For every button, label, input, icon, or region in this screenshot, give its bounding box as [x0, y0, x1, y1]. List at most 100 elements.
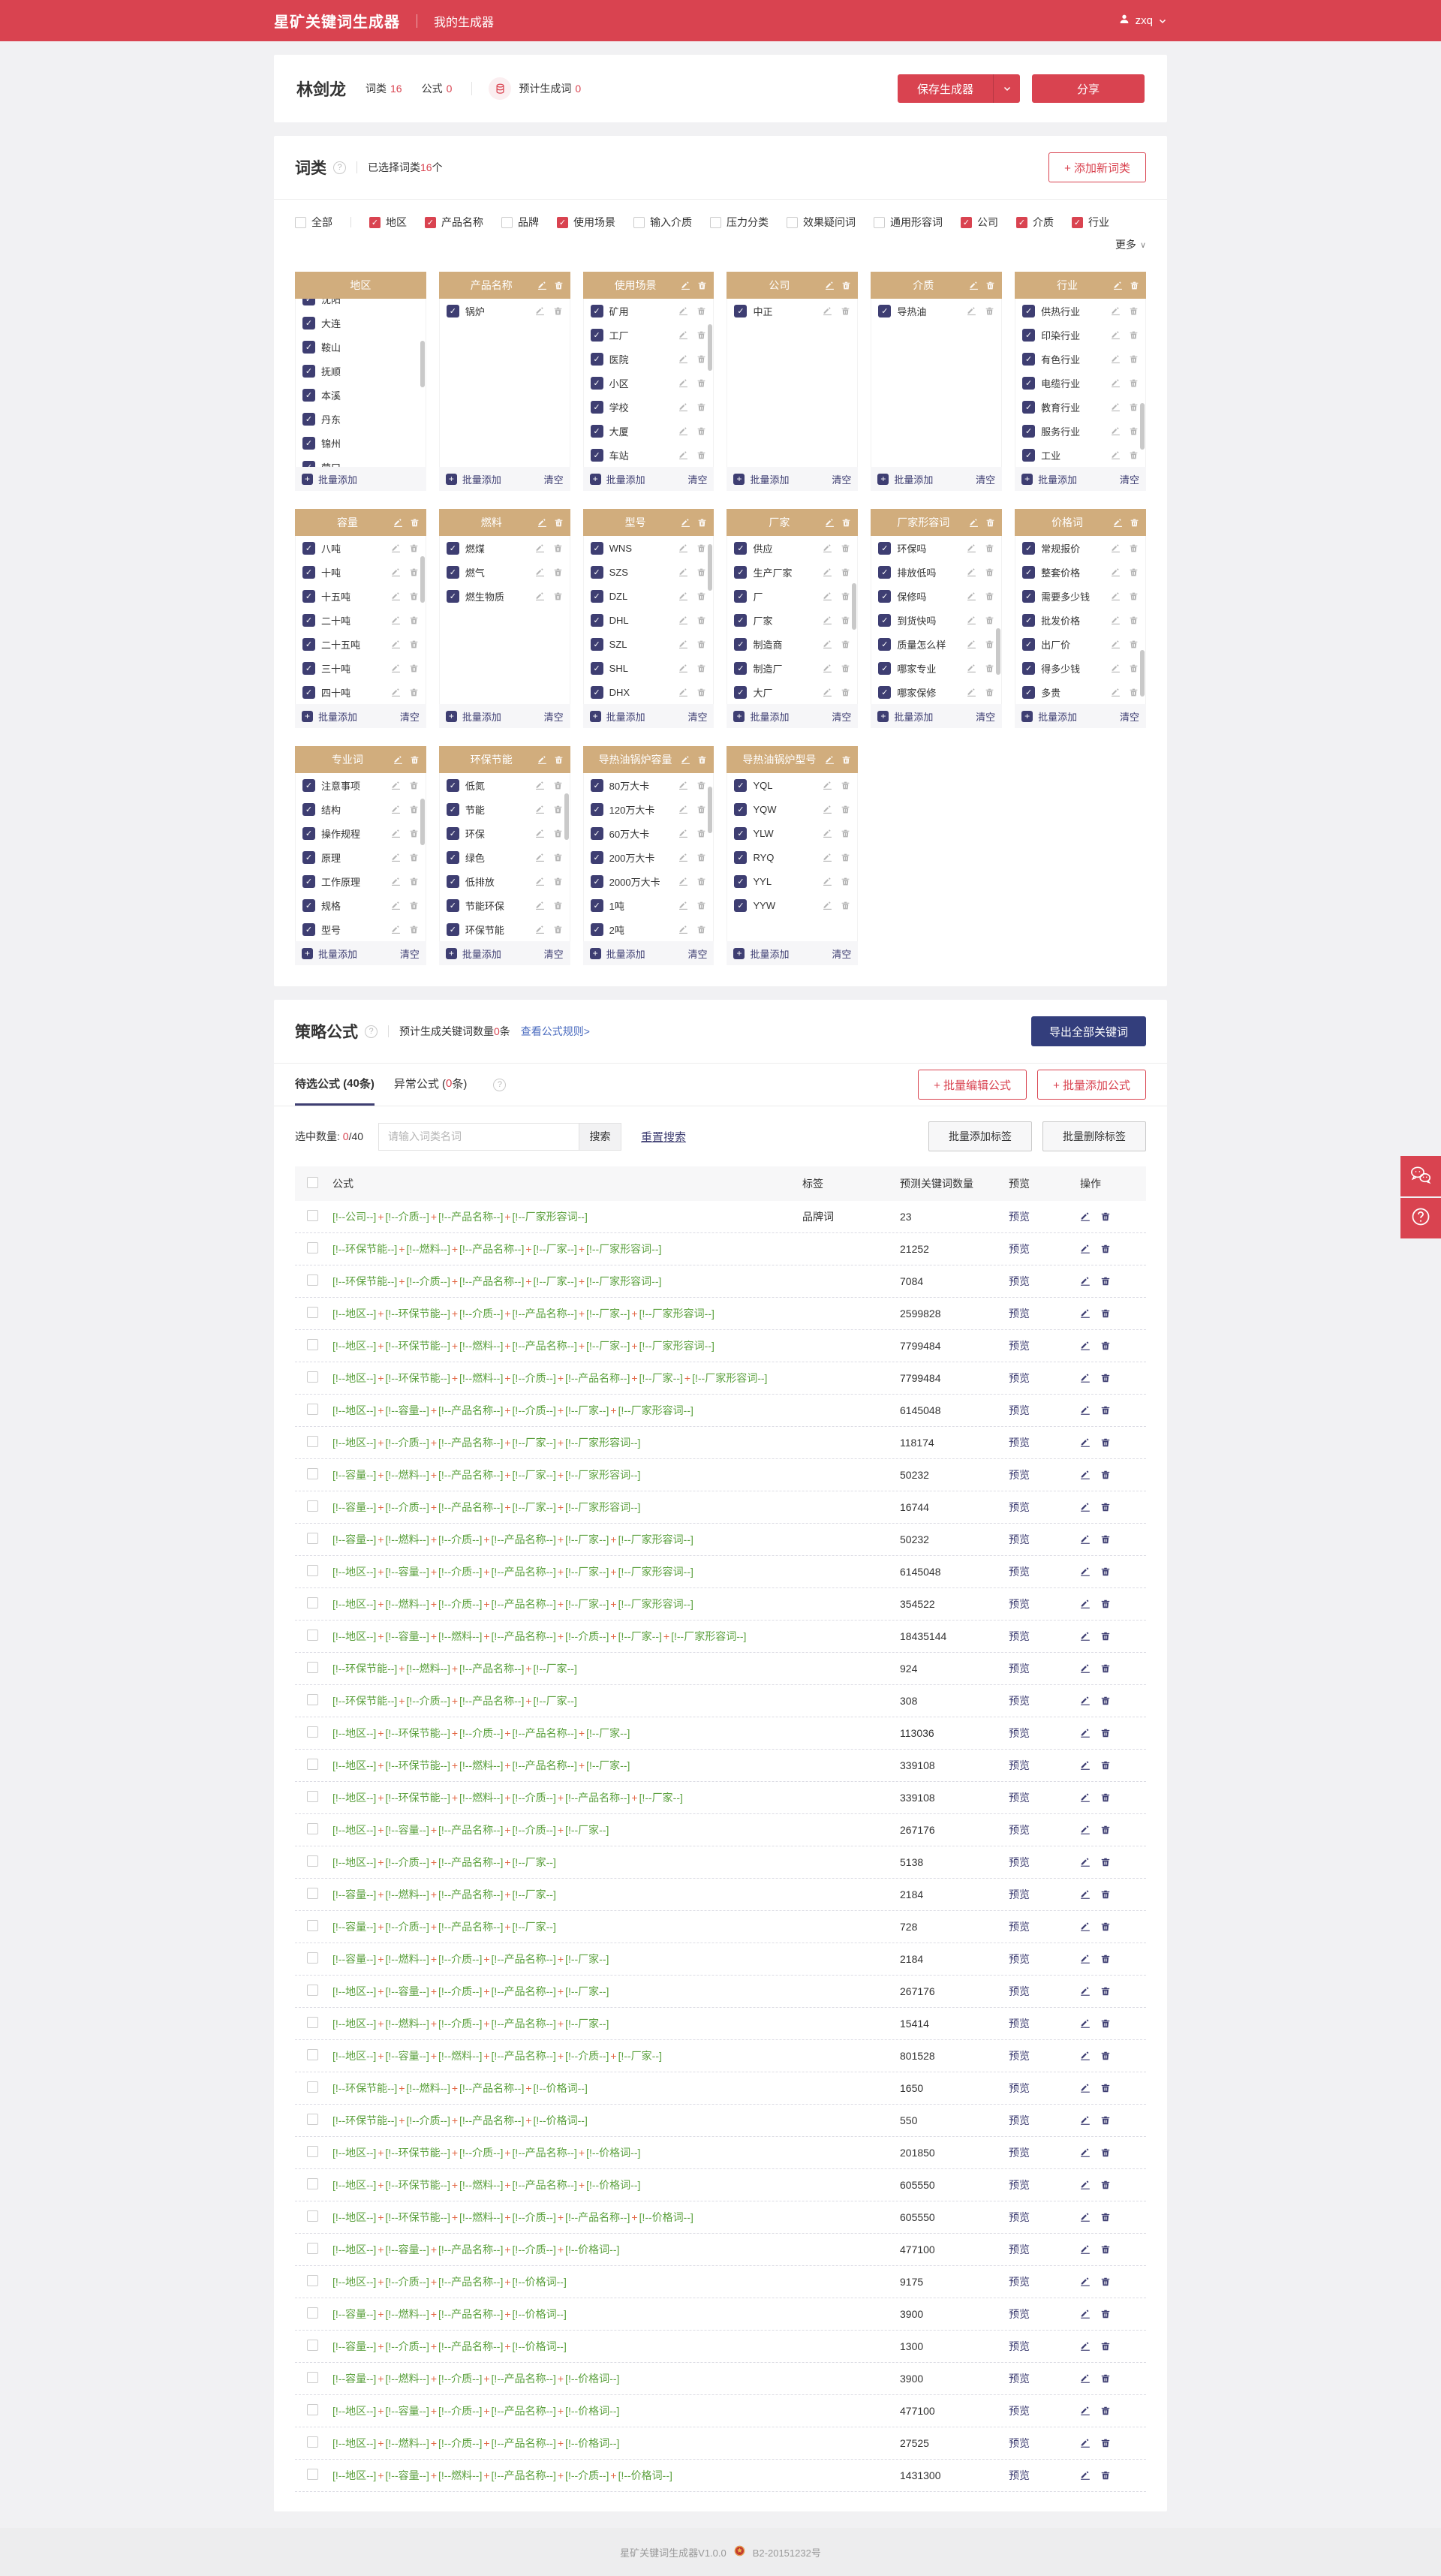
search-button[interactable]: 搜索 — [579, 1122, 622, 1151]
wordclass-item[interactable]: 制造厂 — [727, 656, 857, 680]
wordclass-item[interactable]: 鞍山 — [296, 335, 426, 359]
preview-link[interactable]: 预览 — [1009, 2308, 1030, 2320]
row-checkbox[interactable] — [307, 2404, 318, 2415]
preview-link[interactable]: 预览 — [1009, 1888, 1030, 1900]
wordclass-item[interactable]: 燃气 — [440, 560, 570, 584]
edit-icon[interactable] — [1080, 1663, 1091, 1674]
delete-icon[interactable] — [1100, 2180, 1111, 2190]
item-checkbox[interactable] — [590, 685, 603, 699]
batch-add-button[interactable]: + 批量添加 — [1021, 472, 1077, 486]
delete-icon[interactable] — [1100, 1502, 1111, 1512]
delete-icon[interactable] — [1100, 2277, 1111, 2287]
edit-icon[interactable] — [678, 877, 688, 886]
icp-number-link[interactable]: B2-20151232号 — [753, 2545, 821, 2559]
wordclass-item[interactable]: DHL — [584, 608, 714, 632]
edit-icon[interactable] — [678, 688, 688, 697]
scrollbar-thumb[interactable] — [564, 793, 569, 840]
wordclass-item[interactable]: 工作原理 — [296, 869, 426, 893]
wordclass-item[interactable]: 2吨 — [584, 917, 714, 941]
edit-icon[interactable] — [1111, 354, 1121, 364]
preview-link[interactable]: 预览 — [1009, 1437, 1030, 1449]
item-checkbox[interactable] — [590, 400, 603, 414]
edit-icon[interactable] — [1080, 1599, 1091, 1609]
delete-icon[interactable] — [1100, 2212, 1111, 2222]
delete-icon[interactable] — [841, 853, 850, 862]
wordclass-item[interactable]: 工厂 — [584, 323, 714, 347]
delete-icon[interactable] — [841, 639, 850, 649]
clear-button[interactable]: 清空 — [832, 946, 851, 961]
edit-icon[interactable] — [391, 639, 401, 649]
wordclass-item[interactable]: YYW — [727, 893, 857, 917]
help-icon[interactable]: ? — [333, 161, 346, 174]
item-checkbox[interactable] — [302, 661, 315, 675]
delete-icon[interactable] — [696, 378, 706, 388]
preview-link[interactable]: 预览 — [1009, 2437, 1030, 2449]
edit-icon[interactable] — [825, 518, 835, 528]
edit-icon[interactable] — [678, 450, 688, 460]
wordclass-item[interactable]: 质量怎么样 — [871, 632, 1001, 656]
delete-icon[interactable] — [1100, 1857, 1111, 1867]
item-checkbox[interactable] — [446, 874, 459, 888]
row-checkbox[interactable] — [307, 1791, 318, 1802]
item-checkbox[interactable] — [302, 874, 315, 888]
row-checkbox[interactable] — [307, 1726, 318, 1738]
edit-icon[interactable] — [1111, 664, 1121, 673]
item-checkbox[interactable] — [302, 922, 315, 936]
filter-checkbox[interactable] — [1072, 216, 1083, 228]
edit-icon[interactable] — [391, 664, 401, 673]
delete-icon[interactable] — [553, 591, 563, 601]
wordclass-item[interactable]: 有色行业 — [1015, 347, 1145, 371]
item-checkbox[interactable] — [302, 589, 315, 603]
wordclass-item[interactable]: 导热油 — [871, 299, 1001, 323]
edit-icon[interactable] — [1111, 426, 1121, 436]
delete-icon[interactable] — [1129, 450, 1139, 460]
edit-icon[interactable] — [823, 853, 832, 862]
edit-icon[interactable] — [678, 901, 688, 910]
item-checkbox[interactable] — [302, 340, 315, 354]
delete-icon[interactable] — [1129, 306, 1139, 316]
delete-icon[interactable] — [1100, 2309, 1111, 2319]
help-contact-button[interactable] — [1400, 1198, 1441, 1238]
edit-icon[interactable] — [1080, 2373, 1091, 2384]
edit-icon[interactable] — [681, 281, 690, 290]
edit-icon[interactable] — [1080, 1341, 1091, 1351]
edit-icon[interactable] — [823, 306, 832, 316]
delete-icon[interactable] — [985, 591, 994, 601]
scrollbar-thumb[interactable] — [708, 544, 713, 591]
preview-link[interactable]: 预览 — [1009, 1566, 1030, 1578]
delete-icon[interactable] — [1100, 1244, 1111, 1254]
delete-icon[interactable] — [553, 306, 563, 316]
delete-icon[interactable] — [985, 281, 995, 290]
delete-icon[interactable] — [1100, 1986, 1111, 1997]
wordclass-item[interactable]: 2000万大卡 — [584, 869, 714, 893]
item-checkbox[interactable] — [734, 874, 748, 888]
item-checkbox[interactable] — [734, 802, 748, 816]
delete-icon[interactable] — [1100, 2147, 1111, 2158]
item-checkbox[interactable] — [734, 778, 748, 792]
help-icon[interactable]: ? — [365, 1025, 378, 1038]
delete-icon[interactable] — [1100, 2018, 1111, 2029]
row-checkbox[interactable] — [307, 1500, 318, 1512]
edit-icon[interactable] — [1113, 518, 1123, 528]
edit-icon[interactable] — [391, 781, 401, 790]
batch-add-button[interactable]: + 批量添加 — [1021, 709, 1077, 724]
item-checkbox[interactable] — [590, 565, 603, 579]
item-checkbox[interactable] — [590, 304, 603, 317]
edit-icon[interactable] — [823, 805, 832, 814]
delete-icon[interactable] — [1100, 2406, 1111, 2416]
wordclass-item[interactable]: 需要多少钱 — [1015, 584, 1145, 608]
batch-add-button[interactable]: + 批量添加 — [302, 946, 357, 961]
edit-icon[interactable] — [537, 281, 547, 290]
edit-icon[interactable] — [678, 781, 688, 790]
item-checkbox[interactable] — [302, 565, 315, 579]
item-checkbox[interactable] — [590, 922, 603, 936]
preview-link[interactable]: 预览 — [1009, 1953, 1030, 1965]
wordclass-filter[interactable]: 地区 — [369, 215, 407, 230]
clear-button[interactable]: 清空 — [400, 946, 420, 961]
row-checkbox[interactable] — [307, 1242, 318, 1253]
row-checkbox[interactable] — [307, 2081, 318, 2093]
wordclass-item[interactable]: 排放低吗 — [871, 560, 1001, 584]
preview-link[interactable]: 预览 — [1009, 2018, 1030, 2030]
delete-icon[interactable] — [1100, 1696, 1111, 1706]
edit-icon[interactable] — [391, 688, 401, 697]
